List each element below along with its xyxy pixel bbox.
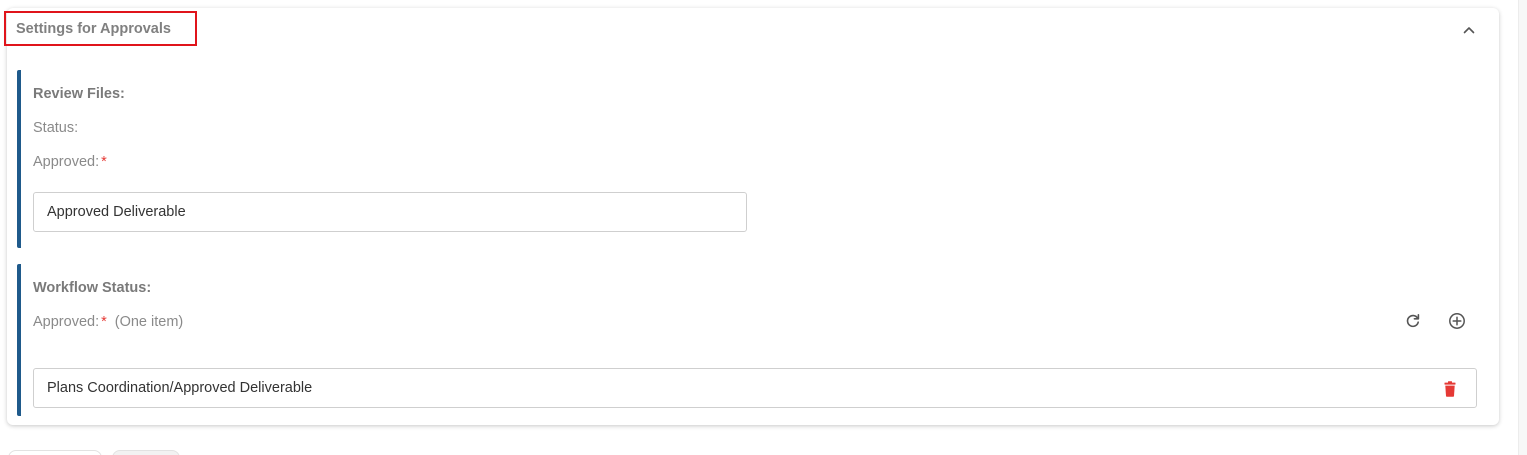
trash-icon[interactable] xyxy=(1442,380,1458,398)
card-title: Settings for Approvals xyxy=(16,20,171,37)
refresh-icon[interactable] xyxy=(1403,311,1423,331)
add-circle-icon[interactable] xyxy=(1447,311,1467,331)
workflow-status-item[interactable]: Plans Coordination/Approved Deliverable xyxy=(33,368,1477,408)
bottom-button-partial[interactable] xyxy=(8,450,102,455)
workflow-approved-label: Approved: * (One item) xyxy=(33,314,183,330)
approved-label-text: Approved: xyxy=(33,154,100,170)
approved-label: Approved: * xyxy=(33,154,107,170)
chevron-up-icon[interactable] xyxy=(1461,22,1477,38)
bottom-button-partial-2[interactable] xyxy=(112,450,180,455)
required-mark: * xyxy=(101,314,107,330)
card-header[interactable]: Settings for Approvals xyxy=(4,8,1499,54)
review-files-title: Review Files: xyxy=(33,86,125,102)
status-label: Status: xyxy=(33,120,79,136)
page: Settings for Approvals Review Files: Sta… xyxy=(0,0,1527,455)
workflow-status-title: Workflow Status: xyxy=(33,280,152,296)
review-files-section: Review Files: Status: Approved: * Approve… xyxy=(17,70,1495,248)
highlighted-title-box: Settings for Approvals xyxy=(4,11,197,46)
approvals-settings-card: Settings for Approvals Review Files: Sta… xyxy=(4,8,1499,425)
workflow-approved-label-text: Approved: xyxy=(33,314,100,330)
scrollbar[interactable] xyxy=(1518,0,1527,455)
workflow-status-value: Plans Coordination/Approved Deliverable xyxy=(47,380,313,396)
workflow-status-section: Workflow Status: Approved: * (One item) Pl… xyxy=(17,264,1495,416)
one-item-hint: (One item) xyxy=(114,314,184,330)
approved-deliverable-value: Approved Deliverable xyxy=(47,204,186,220)
approved-deliverable-field[interactable]: Approved Deliverable xyxy=(33,192,747,232)
required-mark: * xyxy=(101,154,107,170)
